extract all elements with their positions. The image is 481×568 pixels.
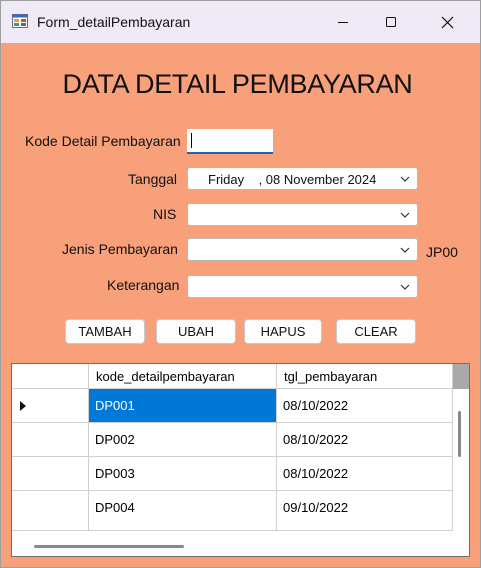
table-cell-tgl[interactable]: 08/10/2022 [277, 389, 453, 423]
maximize-button[interactable] [367, 1, 415, 43]
form-window: Form_detailPembayaran DATA DETAIL PEMBAY… [0, 0, 481, 568]
column-header-tgl[interactable]: tgl_pembayaran [277, 364, 453, 389]
nis-label: NIS [153, 206, 177, 222]
close-icon [441, 16, 453, 28]
table-cell-kode[interactable]: DP001 [89, 389, 277, 423]
current-row-arrow-icon [20, 401, 26, 411]
table-cell-kode[interactable]: DP003 [89, 457, 277, 491]
chevron-down-icon [400, 247, 410, 253]
data-grid[interactable]: kode_detailpembayaran tgl_pembayaran DP0… [11, 363, 470, 557]
row-header[interactable] [12, 389, 89, 423]
table-cell-kode[interactable]: DP004 [89, 491, 277, 531]
row-header[interactable] [12, 457, 89, 491]
text-caret [191, 133, 192, 148]
hapus-button[interactable]: HAPUS [244, 319, 322, 344]
close-button[interactable] [423, 1, 471, 43]
table-cell-tgl[interactable]: 08/10/2022 [277, 423, 453, 457]
kode-detail-input[interactable] [187, 129, 273, 154]
app-icon [12, 14, 28, 28]
clear-button[interactable]: CLEAR [336, 319, 416, 344]
title-bar[interactable]: Form_detailPembayaran [1, 1, 480, 43]
jenis-label: Jenis Pembayaran [62, 241, 178, 257]
ubah-button[interactable]: UBAH [156, 319, 236, 344]
keterangan-combobox[interactable] [187, 275, 418, 298]
chevron-down-icon [400, 284, 410, 290]
vertical-scrollbar[interactable] [453, 389, 469, 531]
column-header-kode[interactable]: kode_detailpembayaran [89, 364, 277, 389]
vertical-scroll-thumb[interactable] [458, 411, 461, 457]
grid-corner-header [12, 364, 89, 389]
tambah-button[interactable]: TAMBAH [65, 319, 145, 344]
chevron-down-icon [400, 176, 410, 182]
kode-label: Kode Detail Pembayaran [25, 133, 181, 149]
jenis-pembayaran-combobox[interactable] [187, 238, 418, 261]
tanggal-datepicker[interactable]: Friday , 08 November 2024 [187, 167, 418, 190]
page-title: DATA DETAIL PEMBAYARAN [62, 69, 413, 99]
row-header[interactable] [12, 423, 89, 457]
minimize-icon [338, 22, 348, 23]
row-header[interactable] [12, 491, 89, 531]
keterangan-label: Keterangan [107, 277, 180, 293]
window-title: Form_detailPembayaran [37, 14, 191, 30]
table-cell-tgl[interactable]: 09/10/2022 [277, 491, 453, 531]
table-cell-tgl[interactable]: 08/10/2022 [277, 457, 453, 491]
minimize-button[interactable] [319, 1, 367, 43]
tanggal-value: Friday , 08 November 2024 [208, 172, 377, 187]
tanggal-label: Tanggal [128, 171, 178, 187]
nis-combobox[interactable] [187, 203, 418, 226]
table-cell-kode[interactable]: DP002 [89, 423, 277, 457]
form-client-area: DATA DETAIL PEMBAYARAN Kode Detail Pemba… [1, 43, 480, 567]
horizontal-scrollbar[interactable] [12, 531, 469, 556]
chevron-down-icon [400, 212, 410, 218]
horizontal-scroll-thumb[interactable] [34, 545, 184, 548]
maximize-icon [386, 17, 396, 27]
jenis-id-label: JP00 [426, 244, 458, 260]
